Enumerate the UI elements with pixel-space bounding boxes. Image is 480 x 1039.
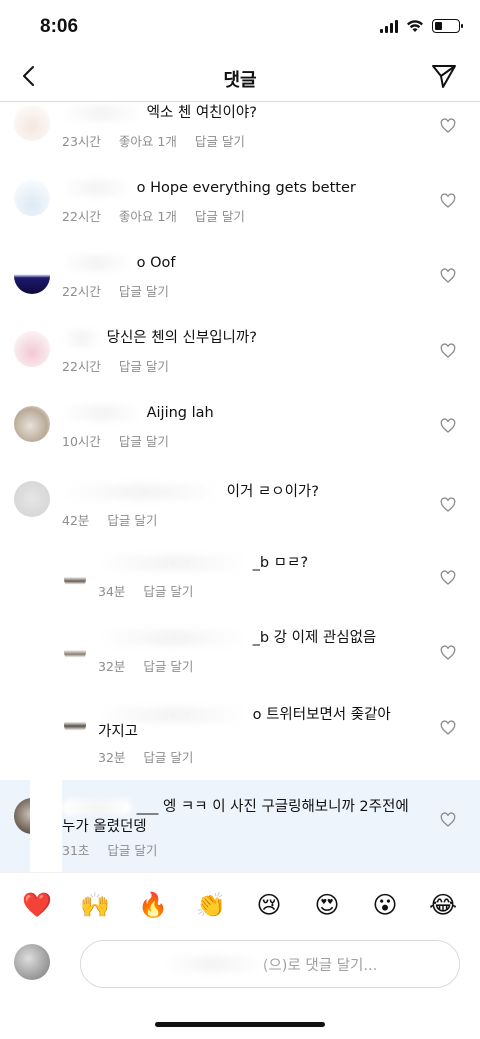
heart-eyes-emoji[interactable]: 😍 bbox=[307, 891, 347, 919]
signal-icon bbox=[380, 19, 398, 33]
comment-time: 32분 bbox=[98, 659, 126, 674]
comment-input[interactable]: (으)로 댓글 달기... bbox=[80, 940, 460, 988]
comment-item: Aijing lah 10시간 답글 달기 bbox=[0, 402, 480, 477]
comment-text-continued: 가지고 bbox=[98, 724, 139, 740]
comment-meta: 32분 답글 달기 bbox=[98, 656, 193, 675]
comment-meta: 10시간 답글 달기 bbox=[62, 431, 169, 450]
battery-icon bbox=[432, 19, 463, 33]
comment-text: 당신은 첸의 신부입니까? bbox=[62, 327, 257, 349]
comment-item: o Hope everything gets better 22시간 좋아요 1… bbox=[0, 177, 480, 252]
comment-item: 이거 ㄹㅇ이가? 42분 답글 달기 bbox=[0, 477, 480, 552]
reply-button[interactable]: 답글 달기 bbox=[119, 431, 169, 450]
raising-hands-emoji[interactable]: 🙌 bbox=[75, 891, 115, 919]
nav-bar: 댓글 bbox=[0, 56, 480, 102]
reply-button[interactable]: 답글 달기 bbox=[143, 581, 193, 600]
comment-text: _b 강 이제 관심없음 bbox=[98, 627, 376, 649]
comment-text: 이거 ㄹㅇ이가? bbox=[62, 481, 319, 503]
comment-text: o 트위터보면서 좆같아 bbox=[98, 704, 391, 726]
heart-outline-icon[interactable] bbox=[440, 645, 456, 661]
comment-meta: 22시간 답글 달기 bbox=[62, 281, 169, 300]
avatar[interactable] bbox=[14, 406, 50, 442]
comment-meta: 32분 답글 달기 bbox=[98, 747, 193, 766]
comment-meta: 31초 답글 달기 bbox=[62, 840, 157, 859]
heart-outline-icon[interactable] bbox=[440, 343, 456, 359]
status-icons bbox=[380, 19, 463, 33]
comment-meta: 23시간 좋아요 1개 답글 달기 bbox=[62, 131, 245, 150]
comment-list[interactable]: 엑소 첸 여친이야? 23시간 좋아요 1개 답글 달기 o Hope ever… bbox=[0, 102, 480, 872]
comment-text: ___ 엥 ㅋㅋ 이 사진 구글링해보니까 2주전에 bbox=[62, 796, 409, 818]
reply-button[interactable]: 답글 달기 bbox=[195, 206, 245, 225]
heart-outline-icon[interactable] bbox=[440, 418, 456, 434]
like-count[interactable]: 좋아요 1개 bbox=[119, 131, 177, 150]
comment-reply: _b ㅁㄹ? 34분 답글 달기 bbox=[0, 552, 480, 627]
like-count[interactable]: 좋아요 1개 bbox=[119, 206, 177, 225]
comment-reply: o 트위터보면서 좆같아 가지고 32분 답글 달기 bbox=[0, 702, 480, 780]
wifi-icon bbox=[407, 20, 423, 32]
redaction-patch bbox=[30, 780, 62, 872]
heart-outline-icon[interactable] bbox=[440, 570, 456, 586]
avatar[interactable] bbox=[14, 180, 50, 216]
red-heart-emoji[interactable]: ❤️ bbox=[17, 891, 57, 919]
comment-meta: 22시간 좋아요 1개 답글 달기 bbox=[62, 206, 245, 225]
comment-meta: 22시간 답글 달기 bbox=[62, 356, 169, 375]
heart-outline-icon[interactable] bbox=[440, 812, 456, 828]
reply-button[interactable]: 답글 달기 bbox=[195, 131, 245, 150]
heart-outline-icon[interactable] bbox=[440, 268, 456, 284]
heart-outline-icon[interactable] bbox=[440, 118, 456, 134]
comment-item: o Oof 22시간 답글 달기 bbox=[0, 252, 480, 327]
comment-time: 22시간 bbox=[62, 284, 101, 299]
reply-button[interactable]: 답글 달기 bbox=[107, 510, 157, 529]
avatar bbox=[14, 944, 50, 980]
comment-input-row: (으)로 댓글 달기... bbox=[0, 936, 480, 996]
comment-time: 10시간 bbox=[62, 434, 101, 449]
crying-face-emoji[interactable]: 😢 bbox=[249, 891, 289, 919]
comment-item: 당신은 첸의 신부입니까? 22시간 답글 달기 bbox=[0, 327, 480, 402]
avatar[interactable] bbox=[14, 105, 50, 141]
comment-time: 34분 bbox=[98, 584, 126, 599]
heart-outline-icon[interactable] bbox=[440, 720, 456, 736]
emoji-reaction-bar: ❤️ 🙌 🔥 👏 😢 😍 😮 😂 bbox=[0, 872, 480, 936]
comment-time: 22시간 bbox=[62, 209, 101, 224]
heart-outline-icon[interactable] bbox=[440, 497, 456, 513]
surprised-face-emoji[interactable]: 😮 bbox=[365, 891, 405, 919]
comment-time: 22시간 bbox=[62, 359, 101, 374]
reply-button[interactable]: 답글 달기 bbox=[143, 747, 193, 766]
fire-emoji[interactable]: 🔥 bbox=[133, 891, 173, 919]
comment-time: 42분 bbox=[62, 513, 90, 528]
comment-text: 엑소 첸 여친이야? bbox=[62, 102, 257, 124]
paper-plane-icon[interactable] bbox=[430, 62, 458, 90]
status-bar: 8:06 bbox=[0, 0, 480, 56]
comment-time: 23시간 bbox=[62, 134, 101, 149]
comment-input-placeholder: (으)로 댓글 달기... bbox=[262, 957, 378, 974]
avatar[interactable] bbox=[14, 331, 50, 367]
page-title: 댓글 bbox=[223, 70, 257, 91]
comment-text: _b ㅁㄹ? bbox=[98, 552, 308, 574]
reply-button[interactable]: 답글 달기 bbox=[119, 356, 169, 375]
comment-text-continued: 누가 올렸던뎅 bbox=[62, 819, 147, 835]
comment-text: o Hope everything gets better bbox=[62, 177, 356, 199]
comment-time: 32분 bbox=[98, 750, 126, 765]
comment-meta: 42분 답글 달기 bbox=[62, 510, 157, 529]
avatar[interactable] bbox=[14, 258, 50, 294]
comment-item-new: ___ 엥 ㅋㅋ 이 사진 구글링해보니까 2주전에 누가 올렸던뎅 31초 답… bbox=[0, 780, 480, 872]
comment-text: o Oof bbox=[62, 252, 175, 274]
comment-time: 31초 bbox=[62, 843, 90, 858]
reply-button[interactable]: 답글 달기 bbox=[143, 656, 193, 675]
comment-text: Aijing lah bbox=[62, 402, 214, 424]
status-time: 8:06 bbox=[40, 16, 79, 37]
comment-reply: _b 강 이제 관심없음 32분 답글 달기 bbox=[0, 627, 480, 702]
avatar[interactable] bbox=[14, 481, 50, 517]
avatar[interactable] bbox=[64, 714, 86, 736]
home-indicator[interactable] bbox=[155, 1022, 325, 1027]
avatar[interactable] bbox=[64, 641, 86, 663]
heart-outline-icon[interactable] bbox=[440, 193, 456, 209]
comment-meta: 34분 답글 달기 bbox=[98, 581, 193, 600]
tears-of-joy-emoji[interactable]: 😂 bbox=[423, 891, 463, 919]
clapping-hands-emoji[interactable]: 👏 bbox=[191, 891, 231, 919]
reply-button[interactable]: 답글 달기 bbox=[107, 840, 157, 859]
avatar[interactable] bbox=[64, 568, 86, 590]
comment-item: 엑소 첸 여친이야? 23시간 좋아요 1개 답글 달기 bbox=[0, 102, 480, 177]
reply-button[interactable]: 답글 달기 bbox=[119, 281, 169, 300]
